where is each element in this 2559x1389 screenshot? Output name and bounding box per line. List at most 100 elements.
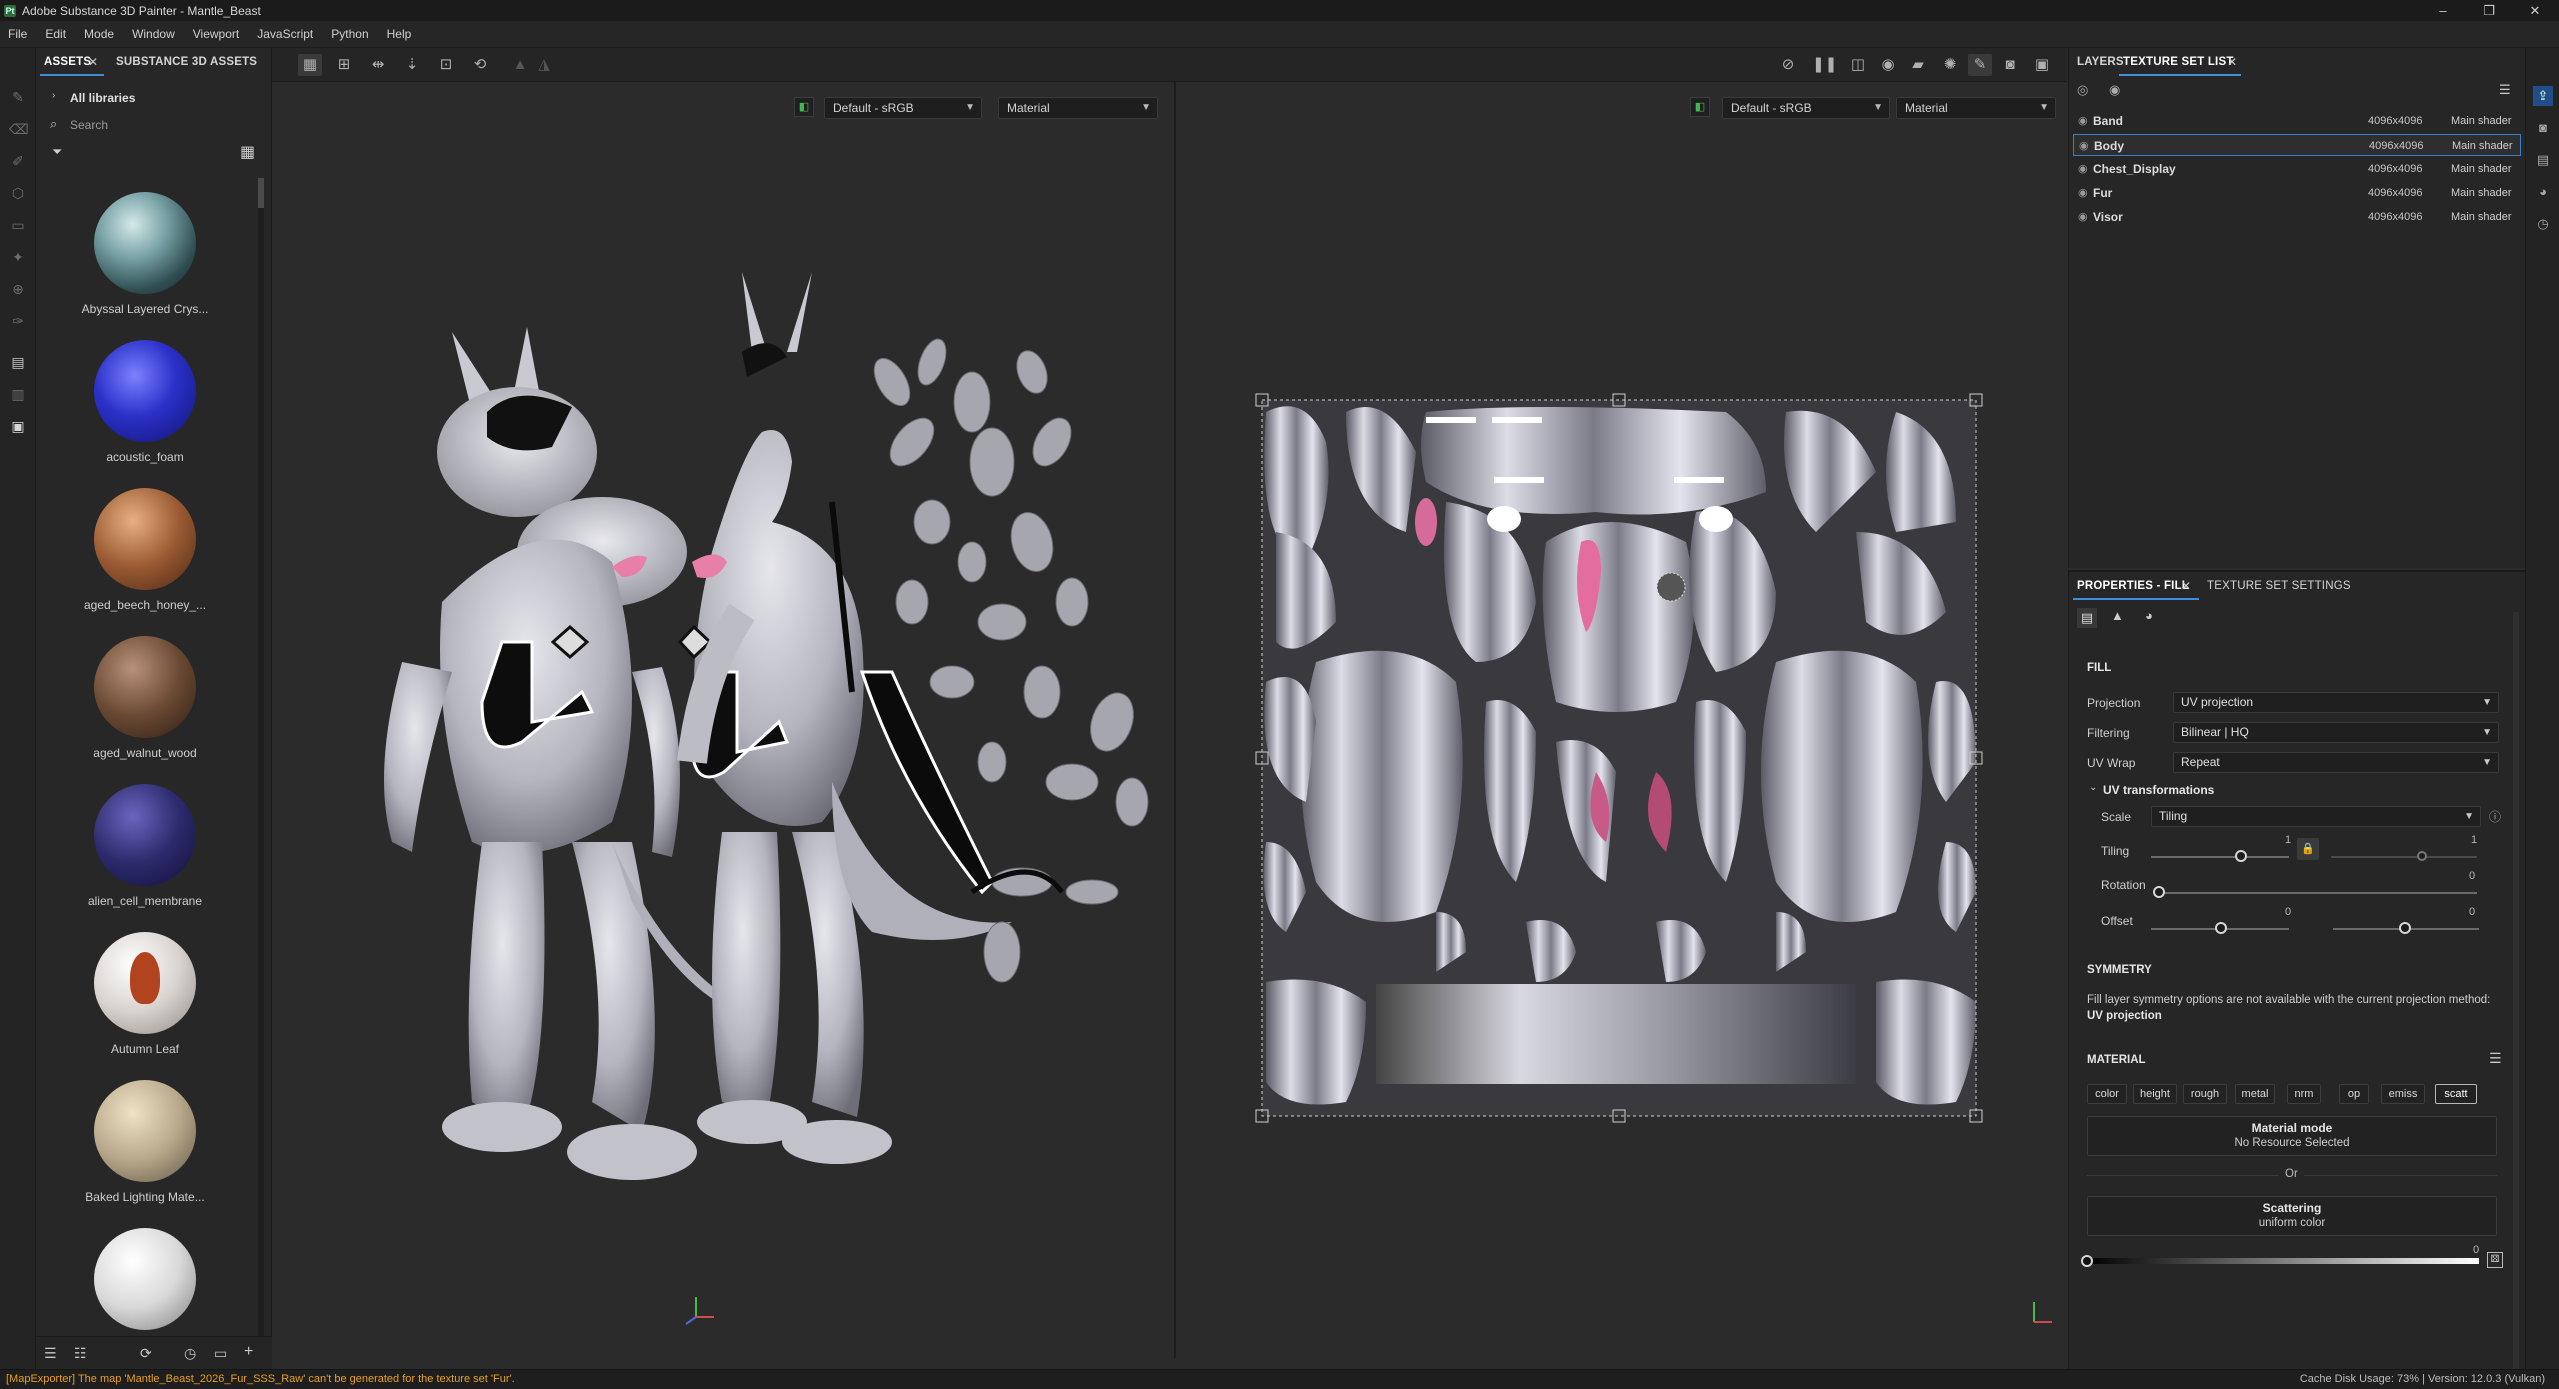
close-window-button[interactable]: ✕ bbox=[2512, 0, 2558, 21]
display-mode-icon[interactable]: ◉ bbox=[1876, 54, 1900, 76]
picker-icon[interactable]: ✑ bbox=[9, 312, 27, 330]
screenshot-icon[interactable]: ▣ bbox=[2030, 54, 2054, 76]
asset-item[interactable]: alien_cell_membrane bbox=[50, 784, 240, 908]
projection-icon[interactable]: ✐ bbox=[9, 152, 27, 170]
display-settings-icon[interactable]: ◙ bbox=[2533, 118, 2553, 138]
export-icon[interactable]: ▥ bbox=[9, 385, 27, 403]
history-icon[interactable]: ◷ bbox=[2533, 214, 2553, 234]
tiling-v-slider-track[interactable] bbox=[2331, 856, 2477, 858]
material-menu-icon[interactable]: ☰ bbox=[2489, 1050, 2502, 1067]
reset-camera-icon[interactable]: ⟲ bbox=[468, 54, 492, 76]
chevron-right-icon[interactable]: › bbox=[52, 90, 55, 101]
assets-scrollbar[interactable] bbox=[258, 178, 264, 1378]
chevron-down-icon[interactable]: ⌄ bbox=[2089, 782, 2097, 793]
paint-mode-icon[interactable]: ✎ bbox=[1968, 54, 1992, 76]
filter-icon[interactable]: ⏷ bbox=[52, 144, 62, 160]
asset-item[interactable]: Baked Lighting Mate... bbox=[50, 1080, 240, 1204]
tab-properties-fill[interactable]: PROPERTIES - FILL bbox=[2077, 580, 2189, 592]
texture-set-row-selected[interactable]: ◉ Body 4096x4096 Main shader bbox=[2073, 134, 2521, 156]
list-icon[interactable]: ☰ bbox=[44, 1345, 57, 1362]
texture-set-row[interactable]: ◉ Fur 4096x4096 Main shader bbox=[2073, 182, 2521, 204]
texture-set-row[interactable]: ◉ Band 4096x4096 Main shader bbox=[2073, 110, 2521, 132]
solo-icon[interactable]: ◉ bbox=[2109, 82, 2120, 98]
tri-icon[interactable]: ▲ bbox=[508, 54, 532, 76]
folder-icon[interactable]: ▭ bbox=[214, 1345, 227, 1362]
menu-help[interactable]: Help bbox=[387, 27, 412, 41]
viewport-2d[interactable]: ◧ Default - sRGB ▼ Material ▼ bbox=[1174, 82, 2067, 1358]
material-mode-button[interactable]: Material mode No Resource Selected bbox=[2087, 1116, 2497, 1156]
grid-layout-icon[interactable]: ▦ bbox=[298, 54, 322, 76]
scatter-gradient-slider[interactable] bbox=[2087, 1258, 2479, 1264]
offset-v-slider-knob[interactable] bbox=[2399, 922, 2411, 934]
offset-u-slider-knob[interactable] bbox=[2215, 922, 2227, 934]
close-tab-icon[interactable]: ✕ bbox=[2181, 579, 2191, 593]
uvwrap-dropdown[interactable]: Repeat ▼ bbox=[2173, 752, 2499, 773]
status-message[interactable]: [MapExporter] The map 'Mantle_Beast_2026… bbox=[6, 1373, 515, 1385]
properties-scrollbar[interactable] bbox=[2513, 612, 2519, 1372]
texture-set-shader[interactable]: Main shader bbox=[2451, 158, 2512, 180]
search-input[interactable]: ⌕ Search bbox=[50, 115, 265, 135]
eye-icon[interactable]: ◉ bbox=[2079, 135, 2089, 157]
environment-icon[interactable]: ◕ bbox=[2533, 182, 2553, 202]
layer-properties-icon[interactable]: ▤ bbox=[2077, 608, 2097, 628]
minimize-button[interactable]: – bbox=[2420, 0, 2466, 21]
tab-texture-set-list[interactable]: TEXTURE SET LIST bbox=[2123, 56, 2234, 68]
maximize-button[interactable]: ❐ bbox=[2466, 0, 2512, 21]
asset-item[interactable]: aged_beech_honey_... bbox=[50, 488, 240, 612]
settings-menu-icon[interactable]: ☰ bbox=[2499, 82, 2511, 98]
script-icon[interactable]: ▣ bbox=[9, 417, 27, 435]
clone-icon[interactable]: ⊕ bbox=[9, 280, 27, 298]
refresh-icon[interactable]: ⟳ bbox=[140, 1345, 152, 1362]
scrollbar-thumb[interactable] bbox=[258, 178, 264, 208]
uv-transformations-toggle[interactable]: UV transformations bbox=[2103, 783, 2214, 797]
polygon-fill-icon[interactable]: ▭ bbox=[9, 216, 27, 234]
asset-item[interactable]: acoustic_foam bbox=[50, 340, 240, 464]
tiling-slider-track[interactable] bbox=[2151, 856, 2289, 858]
mask-icon[interactable]: ▲ bbox=[2111, 608, 2124, 623]
info-icon[interactable]: ⓘ bbox=[2489, 808, 2501, 825]
all-libraries-link[interactable]: All libraries bbox=[70, 91, 135, 105]
pause-icon[interactable]: ❚❚ bbox=[1812, 54, 1837, 76]
tiling-v-slider-knob[interactable] bbox=[2417, 851, 2427, 861]
bake-icon[interactable]: ▤ bbox=[9, 353, 27, 371]
add-icon[interactable]: + bbox=[244, 1343, 253, 1361]
channel-scatt-button[interactable]: scatt bbox=[2435, 1084, 2477, 1104]
asset-item[interactable]: Abyssal Layered Crys... bbox=[50, 192, 240, 316]
camera-icon[interactable]: ▰ bbox=[1906, 54, 1930, 76]
tab-substance-3d-assets[interactable]: SUBSTANCE 3D ASSETS bbox=[116, 56, 257, 68]
texture-set-shader[interactable]: Main shader bbox=[2452, 135, 2513, 157]
scatter-slider-knob[interactable] bbox=[2081, 1255, 2093, 1267]
channel-op-button[interactable]: op bbox=[2339, 1084, 2369, 1104]
channel-color-button[interactable]: color bbox=[2087, 1084, 2127, 1104]
channel-emiss-button[interactable]: emiss bbox=[2381, 1084, 2425, 1104]
asset-item[interactable]: aged_walnut_wood bbox=[50, 636, 240, 760]
hide-icon[interactable]: ⊘ bbox=[1776, 54, 1800, 76]
close-tab-icon[interactable]: ✕ bbox=[88, 55, 98, 69]
random-seed-icon[interactable]: ⚄ bbox=[2487, 1252, 2503, 1268]
split-view-icon[interactable]: ◫ bbox=[1846, 54, 1870, 76]
symmetry-icon[interactable]: ⇹ bbox=[366, 54, 390, 76]
eraser-icon[interactable]: ⌫ bbox=[9, 120, 29, 138]
eye-icon[interactable]: ◉ bbox=[2078, 110, 2088, 132]
tab-assets[interactable]: ASSETS bbox=[44, 56, 91, 68]
paint-brush-icon[interactable]: ✎ bbox=[9, 88, 27, 106]
frame-icon[interactable]: ⊡ bbox=[434, 54, 458, 76]
channel-height-button[interactable]: height bbox=[2133, 1084, 2177, 1104]
history-icon[interactable]: ◷ bbox=[184, 1345, 196, 1362]
menu-edit[interactable]: Edit bbox=[45, 27, 66, 41]
eye-icon[interactable]: ◉ bbox=[2078, 182, 2088, 204]
menu-window[interactable]: Window bbox=[132, 27, 175, 41]
lighting-icon[interactable]: ✺ bbox=[1938, 54, 1962, 76]
texture-set-shader[interactable]: Main shader bbox=[2451, 182, 2512, 204]
channel-metal-button[interactable]: metal bbox=[2235, 1084, 2275, 1104]
channel-nrm-button[interactable]: nrm bbox=[2287, 1084, 2321, 1104]
projection-dropdown[interactable]: UV projection ▼ bbox=[2173, 692, 2499, 713]
smudge-icon[interactable]: ✦ bbox=[9, 248, 27, 266]
geometry-mask-icon[interactable]: ⬡ bbox=[9, 184, 27, 202]
menu-javascript[interactable]: JavaScript bbox=[257, 27, 313, 41]
texture-set-row[interactable]: ◉ Chest_Display 4096x4096 Main shader bbox=[2073, 158, 2521, 180]
tab-layers[interactable]: LAYERS bbox=[2077, 56, 2124, 68]
filtering-dropdown[interactable]: Bilinear | HQ ▼ bbox=[2173, 722, 2499, 743]
rotation-slider-knob[interactable] bbox=[2153, 886, 2165, 898]
lock-icon[interactable]: 🔒 bbox=[2297, 838, 2319, 860]
